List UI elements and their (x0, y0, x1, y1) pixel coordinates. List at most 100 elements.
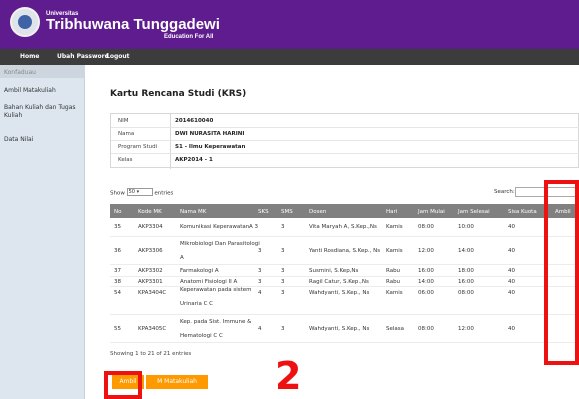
cell-kode: AKP3304 (138, 224, 163, 230)
col-dosen[interactable]: Dosen (309, 209, 326, 215)
cell-hari: Kamis (386, 290, 403, 296)
entries-length-control: Show 50 ▾ entries (110, 188, 174, 197)
student-info-table: NIM 2014610040 Nama DWI NURASITA HARINI … (110, 113, 579, 169)
cell-no: 55 (114, 326, 121, 332)
cell-nama: Keperawatan pada sistem (180, 287, 252, 293)
university-logo-icon (10, 7, 40, 37)
info-label-nama: Nama (118, 131, 135, 137)
cell-nama: Kep. pada Sist. Immune & (180, 319, 252, 325)
cell-nama: Farmakologi A (180, 268, 219, 274)
cell-kode: AKP3301 (138, 279, 163, 285)
cell-hari: Selasa (386, 326, 405, 332)
cell-hari: Kamis (386, 248, 403, 254)
cell-no: 37 (114, 268, 121, 274)
cell-sms: 3 (281, 290, 285, 296)
annotation-step-number: 2 (275, 354, 302, 398)
sidebar-item-ambil-matakuliah[interactable]: Ambil Matakuliah (4, 87, 56, 94)
entries-label: entries (154, 190, 174, 197)
cell-dosen: Susmini, S.Kep,Ns (309, 268, 359, 274)
info-value-nim: 2014610040 (175, 118, 214, 124)
col-no[interactable]: No (114, 209, 121, 215)
university-name: Tribhuwana Tunggadewi (46, 16, 220, 33)
cell-sisa-kuota: 40 (508, 248, 515, 254)
col-jam-mulai[interactable]: Jam Mulai (418, 209, 445, 215)
table-row: 35 AKP3304 Komunikasi Keperawatan A 3 3 … (110, 218, 579, 237)
sidebar-heading: Konfaduau (0, 65, 85, 78)
info-value-prodi: S1 - Ilmu Keperawatan (175, 144, 246, 150)
table-row: 38 AKP3301 Anatomi Fisiologi II A 3 3 Ra… (110, 277, 579, 287)
table-row: 55 KPA3405C Kep. pada Sist. Immune & Hem… (110, 315, 579, 343)
cell-jam-mulai: 12:00 (418, 248, 434, 254)
cell-sks: 4 (258, 326, 262, 332)
top-nav: Home Ubah Password Logout (0, 49, 579, 65)
sidebar-item-data-nilai[interactable]: Data Nilai (4, 136, 33, 143)
matakuliah-button[interactable]: M Matakuliah (146, 375, 208, 389)
table-header: No Kode MK Nama MK SKS SMS Dosen Hari Ja… (110, 204, 579, 218)
cell-sisa-kuota: 40 (508, 268, 515, 274)
col-sms[interactable]: SMS (281, 209, 293, 215)
table-row: 37 AKP3302 Farmakologi A 3 3 Susmini, S.… (110, 265, 579, 277)
cell-jam-selesai: 10:00 (458, 224, 474, 230)
annotation-highlight-ambil-column (544, 180, 579, 365)
cell-no: 54 (114, 290, 121, 296)
col-sks[interactable]: SKS (258, 209, 269, 215)
cell-jam-selesai: 12:00 (458, 326, 474, 332)
entries-select-value: 50 (128, 189, 135, 195)
cell-sks: 3 (258, 248, 262, 254)
info-label-prodi: Program Studi (118, 144, 158, 150)
cell-dosen: Ragil Catur, S.Kep.,Ns (309, 279, 369, 285)
table-info: Showing 1 to 21 of 21 entries (110, 351, 192, 357)
cell-kode: AKP3302 (138, 268, 163, 274)
info-label-kelas: Kelas (118, 157, 133, 163)
nav-home[interactable]: Home (20, 53, 39, 60)
info-value-kelas: AKP2014 - 1 (175, 157, 213, 163)
table-row: 54 KPA3404C Keperawatan pada sistem Urin… (110, 287, 579, 315)
cell-dosen: Wahdyanti, S.Kep., Ns (309, 326, 370, 332)
cell-nama: Komunikasi Keperawatan (180, 224, 250, 230)
cell-nama-line2: A (180, 255, 184, 261)
col-nama-mk[interactable]: Nama MK (180, 209, 206, 215)
cell-no: 35 (114, 224, 121, 230)
cell-nama: Mikrobiologi Dan Parasitologi (180, 241, 260, 247)
sidebar-item-bahan-kuliah[interactable]: Bahan Kuliah dan Tugas (4, 104, 76, 111)
entries-select[interactable]: 50 ▾ (126, 188, 153, 196)
cell-no: 36 (114, 248, 121, 254)
nav-change-password[interactable]: Ubah Password (57, 53, 109, 60)
cell-sisa-kuota: 40 (508, 290, 515, 296)
cell-sms: 3 (281, 248, 285, 254)
cell-dosen: Wahdyanti, S.Kep., Ns (309, 290, 370, 296)
cell-kode: AKP3306 (138, 248, 163, 254)
cell-jam-selesai: 14:00 (458, 248, 474, 254)
cell-kode: KPA3404C (138, 290, 167, 296)
sidebar-item-bahan-kuliah-line2[interactable]: Kuliah (4, 112, 22, 119)
cell-jam-selesai: 16:00 (458, 279, 474, 285)
cell-dosen: Yanti Rosdiana, S.Kep., Ns (309, 248, 381, 254)
university-tagline: Education For All (164, 34, 214, 40)
cell-sks: 4 (258, 290, 262, 296)
cell-sks: 3 (258, 279, 262, 285)
chevron-down-icon: ▾ (136, 189, 140, 195)
cell-dosen: Vita Maryah A, S.Kep.,Ns (309, 224, 377, 230)
cell-sms: 3 (281, 279, 285, 285)
cell-sks: 3 (258, 268, 262, 274)
nav-logout[interactable]: Logout (106, 53, 130, 60)
cell-kode: KPA3405C (138, 326, 167, 332)
cell-sisa-kuota: 40 (508, 326, 515, 332)
cell-no: 38 (114, 279, 121, 285)
cell-hari: Rabu (386, 268, 401, 274)
cell-sms: 3 (281, 326, 285, 332)
cell-jam-selesai: 08:00 (458, 290, 474, 296)
info-label-nim: NIM (118, 118, 129, 124)
site-header: Universitas Tribhuwana Tunggadewi Educat… (0, 0, 579, 49)
info-value-nama: DWI NURASITA HARINI (175, 131, 245, 137)
sidebar: Konfaduau Ambil Matakuliah Bahan Kuliah … (0, 65, 85, 399)
col-hari[interactable]: Hari (386, 209, 397, 215)
search-label: Search: (494, 189, 515, 195)
col-kode-mk[interactable]: Kode MK (138, 209, 162, 215)
col-sisa-kuota[interactable]: Sisa Kuota (508, 209, 537, 215)
cell-nama-line2: Hematologi C C (180, 333, 223, 339)
cell-hari: Kamis (386, 224, 403, 230)
cell-sms: 3 (281, 268, 285, 274)
col-jam-selesai[interactable]: Jam Selesai (458, 209, 490, 215)
cell-jam-mulai: 06:00 (418, 290, 434, 296)
